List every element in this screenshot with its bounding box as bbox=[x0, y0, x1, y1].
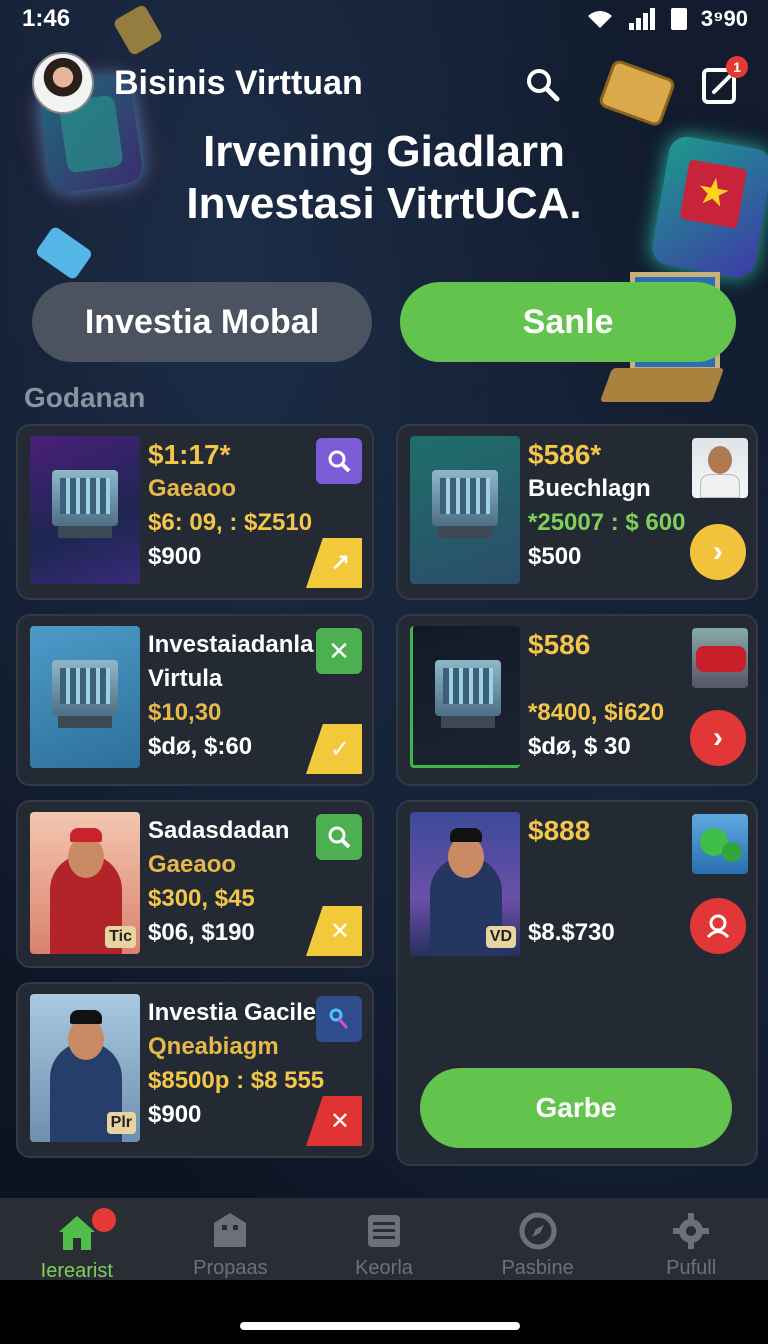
card-badge: VD bbox=[485, 926, 516, 948]
expand-icon[interactable]: ↗ bbox=[306, 538, 362, 588]
card-range: $8500p : $8 555 bbox=[148, 1067, 325, 1094]
card-value: $900 bbox=[148, 543, 202, 570]
card-value: $900 bbox=[148, 1101, 202, 1128]
card-range: *25007 : $ 600 bbox=[528, 509, 686, 536]
nav-notification-dot bbox=[92, 1208, 116, 1232]
card-thumbnail bbox=[410, 436, 520, 584]
investment-card[interactable]: $586 *8400, $i620 $dø, $ 30 › bbox=[396, 614, 758, 786]
card-title: Investaiadanla bbox=[148, 631, 314, 658]
signal-icon bbox=[628, 8, 657, 30]
card-value: $500 bbox=[528, 543, 582, 570]
card-thumbnail: Plr bbox=[30, 994, 140, 1142]
investment-card[interactable]: Investaiadanla Virtula $10,30 $dø, $:60 … bbox=[16, 614, 374, 786]
garbe-button[interactable]: Garbe bbox=[420, 1068, 732, 1148]
home-indicator[interactable] bbox=[240, 1322, 520, 1330]
card-thumbnail bbox=[410, 626, 520, 768]
check-icon[interactable]: ✓ bbox=[306, 724, 362, 774]
card-thumbnail bbox=[30, 626, 140, 768]
bottom-navigation: Ierearist Propaas Keorla Pasbine Pufull bbox=[0, 1198, 768, 1282]
section-title: Godanan bbox=[24, 382, 146, 413]
card-value: $06, $190 bbox=[148, 919, 255, 946]
card-badge: Plr bbox=[106, 1112, 136, 1134]
battery-level: 3⁹90 bbox=[700, 6, 748, 31]
gesture-area bbox=[0, 1280, 768, 1344]
nav-label: Pasbine bbox=[501, 1257, 574, 1279]
card-subtitle: Gaeaoo bbox=[148, 475, 237, 502]
building-icon bbox=[208, 1210, 252, 1251]
close-icon[interactable]: ✕ bbox=[306, 906, 362, 956]
card-thumbnail bbox=[30, 436, 140, 584]
investment-card[interactable]: Tic Sadasdadan Gaeaoo $300, $45 $06, $19… bbox=[16, 800, 374, 968]
hero-heading: Irvening Giadlarn Investasi VitrtUCA. bbox=[0, 126, 768, 230]
compass-icon bbox=[516, 1210, 560, 1251]
nav-label: Keorla bbox=[355, 1257, 413, 1279]
close-icon[interactable]: ✕ bbox=[306, 1096, 362, 1146]
card-price: $1:17* bbox=[148, 439, 231, 470]
battery-icon bbox=[670, 8, 687, 30]
hero-line-2: Investasi VitrtUCA. bbox=[186, 179, 582, 228]
card-title: Investia Gacile bbox=[148, 999, 317, 1026]
nav-item-home[interactable]: Ierearist bbox=[0, 1198, 154, 1282]
gear-icon bbox=[669, 1210, 713, 1251]
card-subtitle: Qneabiagm bbox=[148, 1033, 279, 1060]
card-range: $10,30 bbox=[148, 699, 222, 726]
nav-label: Pufull bbox=[666, 1257, 717, 1279]
nav-item-propaas[interactable]: Propaas bbox=[154, 1198, 308, 1280]
profile-icon[interactable] bbox=[690, 898, 746, 954]
agent-photo bbox=[692, 438, 748, 498]
card-badge: Tic bbox=[105, 926, 136, 948]
car-photo bbox=[692, 628, 748, 688]
nav-label: Propaas bbox=[193, 1257, 268, 1279]
card-price: $888 bbox=[528, 815, 591, 846]
card-thumbnail: VD bbox=[410, 812, 520, 956]
card-subtitle: Buechlagn bbox=[528, 475, 651, 502]
close-icon[interactable]: ✕ bbox=[316, 628, 362, 674]
investment-card[interactable]: Plr Investia Gacile Qneabiagm $8500p : $… bbox=[16, 982, 374, 1158]
hero-line-1: Irvening Giadlarn bbox=[203, 127, 565, 176]
card-value: $dø, $:60 bbox=[148, 733, 253, 760]
investia-mobal-button[interactable]: Investia Mobal bbox=[32, 282, 372, 362]
card-price: $586* bbox=[528, 439, 602, 470]
sanle-button[interactable]: Sanle bbox=[400, 282, 736, 362]
chevron-right-icon[interactable]: › bbox=[690, 710, 746, 766]
key-icon[interactable] bbox=[316, 996, 362, 1042]
nav-item-pufull[interactable]: Pufull bbox=[614, 1198, 768, 1280]
search-button[interactable] bbox=[522, 64, 564, 106]
chevron-right-icon[interactable]: › bbox=[690, 524, 746, 580]
edit-notifications-button[interactable]: 1 bbox=[698, 56, 748, 108]
card-range: $6: 09, : $Z510 bbox=[148, 509, 313, 536]
app-title: Bisinis Virttuan bbox=[114, 64, 363, 102]
nav-item-keorla[interactable]: Keorla bbox=[307, 1198, 461, 1280]
wifi-icon bbox=[585, 8, 615, 30]
card-title: Sadasdadan bbox=[148, 817, 290, 844]
list-icon bbox=[362, 1210, 406, 1251]
nav-item-pasbine[interactable]: Pasbine bbox=[461, 1198, 615, 1280]
card-thumbnail: Tic bbox=[30, 812, 140, 954]
app-header: Bisinis Virttuan 1 bbox=[0, 48, 768, 120]
balls-photo bbox=[692, 814, 748, 874]
card-price: $586 bbox=[528, 629, 591, 660]
notification-badge: 1 bbox=[726, 56, 748, 78]
search-icon[interactable] bbox=[316, 814, 362, 860]
avatar[interactable] bbox=[32, 52, 94, 114]
card-range: *8400, $i620 bbox=[528, 699, 665, 726]
status-bar: 1:46 3⁹90 bbox=[0, 0, 768, 40]
investment-card[interactable]: $586* Buechlagn *25007 : $ 600 $500 › bbox=[396, 424, 758, 600]
search-icon bbox=[527, 69, 560, 102]
card-subtitle: Gaeaoo bbox=[148, 851, 237, 878]
card-value: $8.$730 bbox=[528, 919, 615, 946]
status-time: 1:46 bbox=[22, 5, 71, 32]
card-range: $300, $45 bbox=[148, 885, 255, 912]
investment-card[interactable]: $1:17* Gaeaoo $6: 09, : $Z510 $900 ↗ bbox=[16, 424, 374, 600]
card-value: $dø, $ 30 bbox=[528, 733, 631, 760]
search-icon[interactable] bbox=[316, 438, 362, 484]
card-subtitle: Virtula bbox=[148, 665, 223, 692]
